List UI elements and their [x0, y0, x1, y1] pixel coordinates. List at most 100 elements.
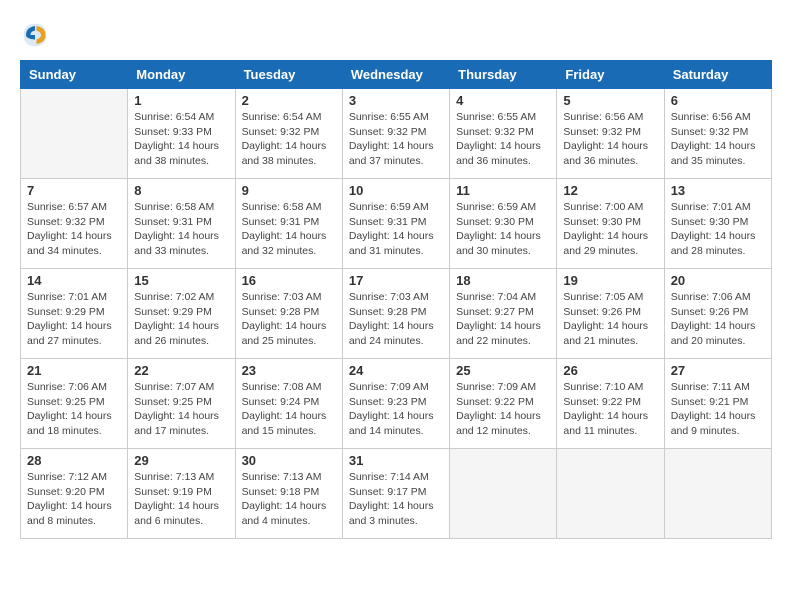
day-info: Sunrise: 7:05 AM Sunset: 9:26 PM Dayligh… — [563, 290, 657, 349]
calendar-cell — [450, 449, 557, 539]
calendar-cell: 22 Sunrise: 7:07 AM Sunset: 9:25 PM Dayli… — [128, 359, 235, 449]
day-info: Sunrise: 6:54 AM Sunset: 9:33 PM Dayligh… — [134, 110, 228, 169]
week-row-4: 21 Sunrise: 7:06 AM Sunset: 9:25 PM Dayli… — [21, 359, 772, 449]
day-info: Sunrise: 6:55 AM Sunset: 9:32 PM Dayligh… — [349, 110, 443, 169]
day-info: Sunrise: 7:14 AM Sunset: 9:17 PM Dayligh… — [349, 470, 443, 529]
calendar-cell: 14 Sunrise: 7:01 AM Sunset: 9:29 PM Dayli… — [21, 269, 128, 359]
day-info: Sunrise: 7:12 AM Sunset: 9:20 PM Dayligh… — [27, 470, 121, 529]
calendar-cell: 16 Sunrise: 7:03 AM Sunset: 9:28 PM Dayli… — [235, 269, 342, 359]
calendar-cell: 9Sunrise: 6:58 AM Sunset: 9:31 PM Daylig… — [235, 179, 342, 269]
day-number: 11 — [456, 183, 550, 198]
calendar-cell: 29 Sunrise: 7:13 AM Sunset: 9:19 PM Dayli… — [128, 449, 235, 539]
page-header — [20, 20, 772, 50]
day-info: Sunrise: 7:11 AM Sunset: 9:21 PM Dayligh… — [671, 380, 765, 439]
day-number: 13 — [671, 183, 765, 198]
calendar-cell: 13 Sunrise: 7:01 AM Sunset: 9:30 PM Dayli… — [664, 179, 771, 269]
calendar-table: SundayMondayTuesdayWednesdayThursdayFrid… — [20, 60, 772, 539]
calendar-cell: 31 Sunrise: 7:14 AM Sunset: 9:17 PM Dayli… — [342, 449, 449, 539]
header-day-saturday: Saturday — [664, 61, 771, 89]
day-number: 5 — [563, 93, 657, 108]
calendar-cell: 2Sunrise: 6:54 AM Sunset: 9:32 PM Daylig… — [235, 89, 342, 179]
calendar-cell — [664, 449, 771, 539]
day-info: Sunrise: 6:55 AM Sunset: 9:32 PM Dayligh… — [456, 110, 550, 169]
day-number: 25 — [456, 363, 550, 378]
day-info: Sunrise: 7:06 AM Sunset: 9:26 PM Dayligh… — [671, 290, 765, 349]
day-number: 3 — [349, 93, 443, 108]
day-info: Sunrise: 7:01 AM Sunset: 9:29 PM Dayligh… — [27, 290, 121, 349]
header-day-tuesday: Tuesday — [235, 61, 342, 89]
day-info: Sunrise: 7:07 AM Sunset: 9:25 PM Dayligh… — [134, 380, 228, 439]
day-number: 28 — [27, 453, 121, 468]
calendar-cell: 30Sunrise: 7:13 AM Sunset: 9:18 PM Dayli… — [235, 449, 342, 539]
header-day-sunday: Sunday — [21, 61, 128, 89]
day-info: Sunrise: 7:08 AM Sunset: 9:24 PM Dayligh… — [242, 380, 336, 439]
header-day-wednesday: Wednesday — [342, 61, 449, 89]
day-info: Sunrise: 6:59 AM Sunset: 9:31 PM Dayligh… — [349, 200, 443, 259]
calendar-cell — [557, 449, 664, 539]
calendar-cell: 6 Sunrise: 6:56 AM Sunset: 9:32 PM Daylig… — [664, 89, 771, 179]
calendar-cell: 10 Sunrise: 6:59 AM Sunset: 9:31 PM Dayli… — [342, 179, 449, 269]
calendar-cell: 24 Sunrise: 7:09 AM Sunset: 9:23 PM Dayli… — [342, 359, 449, 449]
day-info: Sunrise: 7:06 AM Sunset: 9:25 PM Dayligh… — [27, 380, 121, 439]
day-info: Sunrise: 6:58 AM Sunset: 9:31 PM Dayligh… — [134, 200, 228, 259]
day-info: Sunrise: 6:59 AM Sunset: 9:30 PM Dayligh… — [456, 200, 550, 259]
calendar-cell: 12Sunrise: 7:00 AM Sunset: 9:30 PM Dayli… — [557, 179, 664, 269]
calendar-cell: 23 Sunrise: 7:08 AM Sunset: 9:24 PM Dayli… — [235, 359, 342, 449]
header-day-friday: Friday — [557, 61, 664, 89]
calendar-cell: 21 Sunrise: 7:06 AM Sunset: 9:25 PM Dayli… — [21, 359, 128, 449]
day-number: 29 — [134, 453, 228, 468]
logo-icon — [20, 20, 50, 50]
day-number: 2 — [242, 93, 336, 108]
day-info: Sunrise: 7:01 AM Sunset: 9:30 PM Dayligh… — [671, 200, 765, 259]
day-info: Sunrise: 6:58 AM Sunset: 9:31 PM Dayligh… — [242, 200, 336, 259]
day-info: Sunrise: 7:02 AM Sunset: 9:29 PM Dayligh… — [134, 290, 228, 349]
day-info: Sunrise: 7:04 AM Sunset: 9:27 PM Dayligh… — [456, 290, 550, 349]
calendar-cell: 8 Sunrise: 6:58 AM Sunset: 9:31 PM Daylig… — [128, 179, 235, 269]
day-number: 20 — [671, 273, 765, 288]
day-info: Sunrise: 7:10 AM Sunset: 9:22 PM Dayligh… — [563, 380, 657, 439]
logo — [20, 20, 54, 50]
day-info: Sunrise: 7:03 AM Sunset: 9:28 PM Dayligh… — [242, 290, 336, 349]
day-number: 22 — [134, 363, 228, 378]
day-info: Sunrise: 7:09 AM Sunset: 9:22 PM Dayligh… — [456, 380, 550, 439]
day-number: 23 — [242, 363, 336, 378]
calendar-cell — [21, 89, 128, 179]
week-row-5: 28 Sunrise: 7:12 AM Sunset: 9:20 PM Dayli… — [21, 449, 772, 539]
day-number: 26 — [563, 363, 657, 378]
calendar-cell: 28 Sunrise: 7:12 AM Sunset: 9:20 PM Dayli… — [21, 449, 128, 539]
day-number: 21 — [27, 363, 121, 378]
day-info: Sunrise: 6:56 AM Sunset: 9:32 PM Dayligh… — [563, 110, 657, 169]
calendar-cell: 17 Sunrise: 7:03 AM Sunset: 9:28 PM Dayli… — [342, 269, 449, 359]
day-number: 6 — [671, 93, 765, 108]
day-number: 31 — [349, 453, 443, 468]
day-number: 15 — [134, 273, 228, 288]
day-number: 17 — [349, 273, 443, 288]
calendar-cell: 26 Sunrise: 7:10 AM Sunset: 9:22 PM Dayli… — [557, 359, 664, 449]
day-number: 7 — [27, 183, 121, 198]
week-row-2: 7 Sunrise: 6:57 AM Sunset: 9:32 PM Daylig… — [21, 179, 772, 269]
header-row: SundayMondayTuesdayWednesdayThursdayFrid… — [21, 61, 772, 89]
day-number: 24 — [349, 363, 443, 378]
week-row-3: 14 Sunrise: 7:01 AM Sunset: 9:29 PM Dayli… — [21, 269, 772, 359]
day-number: 8 — [134, 183, 228, 198]
day-info: Sunrise: 6:57 AM Sunset: 9:32 PM Dayligh… — [27, 200, 121, 259]
day-number: 18 — [456, 273, 550, 288]
calendar-cell: 20 Sunrise: 7:06 AM Sunset: 9:26 PM Dayli… — [664, 269, 771, 359]
day-info: Sunrise: 7:00 AM Sunset: 9:30 PM Dayligh… — [563, 200, 657, 259]
header-day-monday: Monday — [128, 61, 235, 89]
day-info: Sunrise: 7:13 AM Sunset: 9:19 PM Dayligh… — [134, 470, 228, 529]
day-number: 16 — [242, 273, 336, 288]
day-info: Sunrise: 7:09 AM Sunset: 9:23 PM Dayligh… — [349, 380, 443, 439]
day-info: Sunrise: 7:03 AM Sunset: 9:28 PM Dayligh… — [349, 290, 443, 349]
day-info: Sunrise: 6:56 AM Sunset: 9:32 PM Dayligh… — [671, 110, 765, 169]
day-number: 4 — [456, 93, 550, 108]
day-number: 14 — [27, 273, 121, 288]
calendar-cell: 3 Sunrise: 6:55 AM Sunset: 9:32 PM Daylig… — [342, 89, 449, 179]
calendar-cell: 15 Sunrise: 7:02 AM Sunset: 9:29 PM Dayli… — [128, 269, 235, 359]
day-number: 27 — [671, 363, 765, 378]
day-number: 1 — [134, 93, 228, 108]
calendar-cell: 7 Sunrise: 6:57 AM Sunset: 9:32 PM Daylig… — [21, 179, 128, 269]
calendar-cell: 5 Sunrise: 6:56 AM Sunset: 9:32 PM Daylig… — [557, 89, 664, 179]
header-day-thursday: Thursday — [450, 61, 557, 89]
day-number: 10 — [349, 183, 443, 198]
